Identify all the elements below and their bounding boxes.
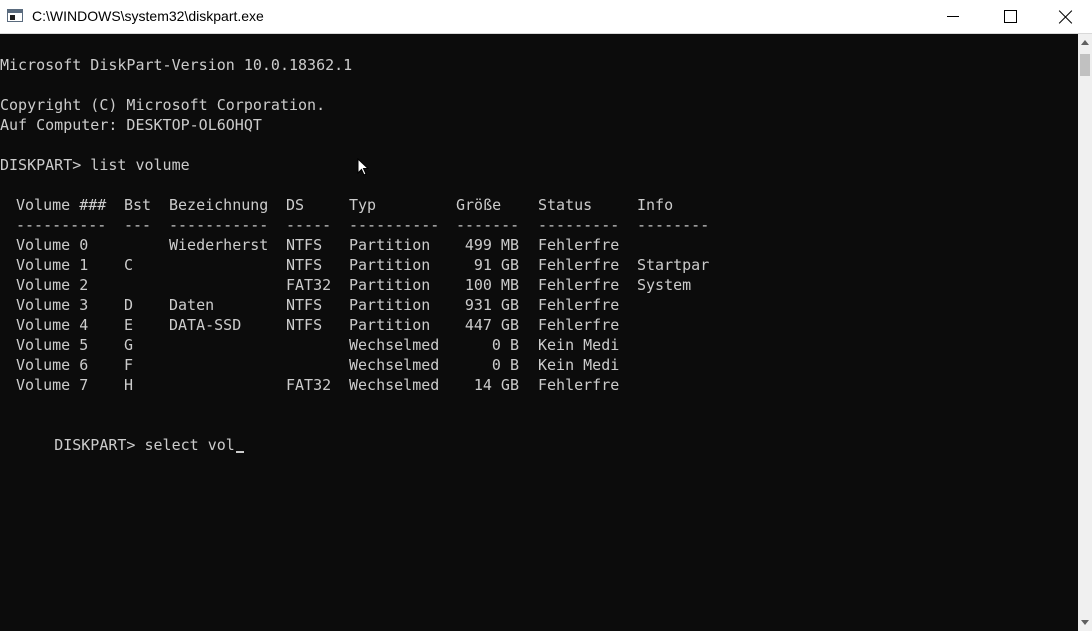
column-separator: ----------: [349, 216, 440, 234]
table-cell-type: Partition: [349, 236, 431, 254]
table-cell-status: Fehlerfre: [538, 316, 620, 334]
table-cell-bst: E: [124, 316, 134, 334]
table-cell-info: System: [637, 276, 692, 294]
table-row: Volume 6 F Wechselmed 0 B Kein Medi: [0, 355, 1078, 375]
table-cell-fs: NTFS: [286, 256, 323, 274]
table-cell-size: 499 MB: [464, 236, 519, 254]
table-cell-num: Volume 0: [16, 236, 89, 254]
table-cell-bst: F: [124, 356, 134, 374]
table-cell-type: Partition: [349, 316, 431, 334]
table-cell-label: Daten: [169, 296, 215, 314]
table-cell-size: 91 GB: [473, 256, 519, 274]
table-row: Volume 3 D Daten NTFS Partition 931 GB Fehlerf…: [0, 295, 1078, 315]
table-cell-type: Partition: [349, 296, 431, 314]
column-header: DS: [286, 196, 305, 214]
command-list-volume: DISKPART> list volume: [0, 156, 190, 174]
table-cell-status: Kein Medi: [538, 336, 620, 354]
table-cell-size: 931 GB: [464, 296, 519, 314]
scroll-thumb[interactable]: [1080, 54, 1090, 76]
table-cell-status: Fehlerfre: [538, 296, 620, 314]
table-cell-type: Wechselmed: [349, 356, 440, 374]
scroll-up-icon[interactable]: [1081, 40, 1089, 45]
table-cell-size: 0 B: [491, 356, 519, 374]
table-cell-status: Fehlerfre: [538, 256, 620, 274]
column-separator: --------: [637, 216, 710, 234]
table-cell-label: Wiederherst: [169, 236, 269, 254]
table-cell-type: Wechselmed: [349, 336, 440, 354]
command-prompt-text: DISKPART> select vol: [54, 436, 235, 454]
table-row: Volume 1 C NTFS Partition 91 GB Fehlerfre Star…: [0, 255, 1078, 275]
table-cell-bst: H: [124, 376, 134, 394]
table-row: Volume 7 H FAT32 Wechselmed 14 GB Fehlerfre: [0, 375, 1078, 395]
table-row: Volume 0 Wiederherst NTFS Partition 499 MB Fe…: [0, 235, 1078, 255]
column-header: Typ: [349, 196, 377, 214]
maximize-button[interactable]: [982, 0, 1040, 33]
table-cell-bst: C: [124, 256, 134, 274]
table-cell-bst: G: [124, 336, 134, 354]
close-button[interactable]: [1040, 0, 1092, 33]
table-cell-size: 100 MB: [464, 276, 519, 294]
title-bar[interactable]: C:\WINDOWS\system32\diskpart.exe: [0, 0, 1092, 34]
table-cell-type: Partition: [349, 256, 431, 274]
table-cell-num: Volume 2: [16, 276, 89, 294]
scroll-down-icon[interactable]: [1081, 620, 1089, 625]
table-cell-num: Volume 5: [16, 336, 89, 354]
table-cell-info: Startpar: [637, 256, 710, 274]
column-separator: ---: [124, 216, 152, 234]
table-header-row: Volume ### Bst Bezeichnung DS Typ Größe Status…: [0, 195, 1078, 215]
minimize-button[interactable]: [924, 0, 982, 33]
vertical-scrollbar[interactable]: [1078, 34, 1092, 631]
table-row: Volume 2 FAT32 Partition 100 MB Fehlerfre Sys…: [0, 275, 1078, 295]
table-row: Volume 4 E DATA-SSD NTFS Partition 447 GB Fehl…: [0, 315, 1078, 335]
column-header: Bst: [124, 196, 152, 214]
table-cell-num: Volume 1: [16, 256, 89, 274]
table-cell-fs: NTFS: [286, 236, 323, 254]
table-cell-label: DATA-SSD: [169, 316, 242, 334]
column-separator: ----------: [16, 216, 107, 234]
table-cell-fs: FAT32: [286, 376, 332, 394]
minimize-icon: [947, 16, 959, 17]
table-cell-num: Volume 4: [16, 316, 89, 334]
console-window: C:\WINDOWS\system32\diskpart.exe Microso…: [0, 0, 1092, 631]
window-title: C:\WINDOWS\system32\diskpart.exe: [32, 8, 264, 24]
column-separator: -----------: [169, 216, 269, 234]
table-cell-num: Volume 7: [16, 376, 89, 394]
column-header: Status: [538, 196, 593, 214]
table-cell-status: Fehlerfre: [538, 276, 620, 294]
copyright-line: Copyright (C) Microsoft Corporation.: [0, 96, 326, 114]
table-cell-fs: NTFS: [286, 296, 323, 314]
column-separator: ---------: [538, 216, 620, 234]
table-row: Volume 5 G Wechselmed 0 B Kein Medi: [0, 335, 1078, 355]
table-cell-fs: NTFS: [286, 316, 323, 334]
table-cell-size: 0 B: [491, 336, 519, 354]
column-header: Volume ###: [16, 196, 107, 214]
console-window-icon[interactable]: [7, 9, 23, 22]
table-cell-status: Fehlerfre: [538, 236, 620, 254]
table-separator-row: ---------- --- ----------- ----- ---------- -…: [0, 215, 1078, 235]
table-cell-type: Wechselmed: [349, 376, 440, 394]
console-output[interactable]: Microsoft DiskPart-Version 10.0.18362.1 …: [0, 34, 1078, 631]
column-header: Größe: [456, 196, 502, 214]
maximize-icon: [1004, 10, 1017, 23]
table-cell-bst: D: [124, 296, 134, 314]
table-cell-num: Volume 6: [16, 356, 89, 374]
table-cell-status: Fehlerfre: [538, 376, 620, 394]
table-cell-fs: FAT32: [286, 276, 332, 294]
table-cell-size: 14 GB: [473, 376, 519, 394]
command-input-line[interactable]: DISKPART> select vol: [0, 415, 244, 454]
table-cell-num: Volume 3: [16, 296, 89, 314]
close-icon: [1059, 10, 1073, 24]
table-cell-type: Partition: [349, 276, 431, 294]
column-separator: -------: [456, 216, 520, 234]
table-cell-status: Kein Medi: [538, 356, 620, 374]
column-separator: -----: [286, 216, 332, 234]
computer-line: Auf Computer: DESKTOP-OL6OHQT: [0, 116, 262, 134]
text-cursor: [235, 451, 244, 453]
table-cell-size: 447 GB: [464, 316, 519, 334]
column-header: Bezeichnung: [169, 196, 269, 214]
column-header: Info: [637, 196, 674, 214]
version-line: Microsoft DiskPart-Version 10.0.18362.1: [0, 56, 353, 74]
